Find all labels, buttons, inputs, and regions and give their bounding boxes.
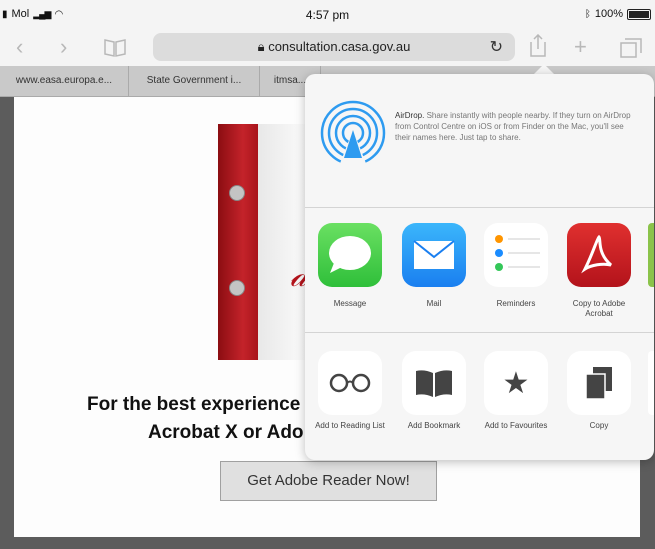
acrobat-binder-image (218, 124, 318, 360)
status-time: 4:57 pm (305, 8, 350, 22)
battery-icon (627, 8, 651, 20)
airdrop-description: AirDrop. Share instantly with people nea… (395, 110, 635, 143)
share-sheet: AirDrop. Share instantly with people nea… (305, 74, 654, 460)
share-app-message[interactable]: Message (311, 223, 389, 309)
action-copy[interactable]: Copy (560, 351, 638, 431)
binder-ring-top (229, 185, 245, 201)
lock-icon: 🔒︎ (257, 39, 265, 54)
url-text: consultation.casa.gov.au (268, 39, 411, 54)
reminders-icon (484, 223, 548, 287)
action-label: Add to Favourites (484, 421, 548, 430)
divider (305, 332, 654, 333)
more-actions-peek[interactable] (648, 351, 654, 415)
reload-icon[interactable]: ↻ (490, 37, 503, 57)
battery-percent: 100% (594, 8, 623, 20)
app-label: Mail (426, 299, 442, 308)
status-bar: ▮ Mol ▂▄▆ ◠ 4:57 pm ᛒ 100% (0, 0, 655, 30)
binder-ring-bottom (229, 280, 245, 296)
url-text-wrap: 🔒︎ consultation.casa.gov.au (153, 39, 515, 55)
new-tab-icon[interactable]: + (574, 32, 587, 62)
tab-item[interactable]: State Government i... (129, 66, 260, 96)
app-label: Message (333, 299, 367, 308)
address-bar[interactable]: 🔒︎ consultation.casa.gov.au ↻ (153, 33, 515, 61)
message-icon (318, 223, 382, 287)
action-add-favourites[interactable]: ★ Add to Favourites (477, 351, 555, 431)
page-heading-line1: For the best experience (87, 394, 301, 415)
app-label: Reminders (496, 299, 536, 308)
copy-icon (567, 351, 631, 415)
get-reader-button[interactable]: Get Adobe Reader Now! (220, 461, 437, 501)
bluetooth-icon: ᛒ (584, 8, 591, 20)
airdrop-body: Share instantly with people nearby. If t… (395, 111, 631, 142)
airdrop-icon[interactable] (320, 100, 386, 166)
status-right: ᛒ 100% (585, 8, 651, 20)
browser-toolbar: ‹ › 🔒︎ consultation.casa.gov.au ↻ + (0, 30, 655, 66)
share-app-reminders[interactable]: Reminders (477, 223, 555, 309)
mail-icon (402, 223, 466, 287)
divider (305, 207, 654, 208)
app-label: Copy to Adobe Acrobat (572, 299, 626, 318)
action-add-bookmark[interactable]: Add Bookmark (395, 351, 473, 431)
tab-item[interactable]: www.easa.europa.e... (0, 66, 129, 96)
acrobat-icon (567, 223, 631, 287)
tabs-icon[interactable] (620, 36, 642, 66)
star-icon: ★ (484, 351, 548, 415)
share-app-acrobat[interactable]: Copy to Adobe Acrobat (560, 223, 638, 319)
share-icon[interactable] (528, 33, 548, 66)
page-heading-line2: Acrobat X or Ado (148, 422, 304, 443)
back-icon[interactable]: ‹ (16, 32, 23, 62)
action-label: Add Bookmark (407, 421, 461, 430)
forward-icon[interactable]: › (60, 32, 67, 62)
bookmarks-icon[interactable] (104, 36, 126, 66)
airdrop-title: AirDrop. (395, 111, 425, 120)
share-app-mail[interactable]: Mail (395, 223, 473, 309)
action-reading-list[interactable]: Add to Reading List (311, 351, 389, 431)
action-label: Copy (589, 421, 609, 430)
action-label: Add to Reading List (315, 421, 385, 430)
glasses-icon (318, 351, 382, 415)
book-icon (402, 351, 466, 415)
more-apps-peek[interactable] (648, 223, 654, 287)
